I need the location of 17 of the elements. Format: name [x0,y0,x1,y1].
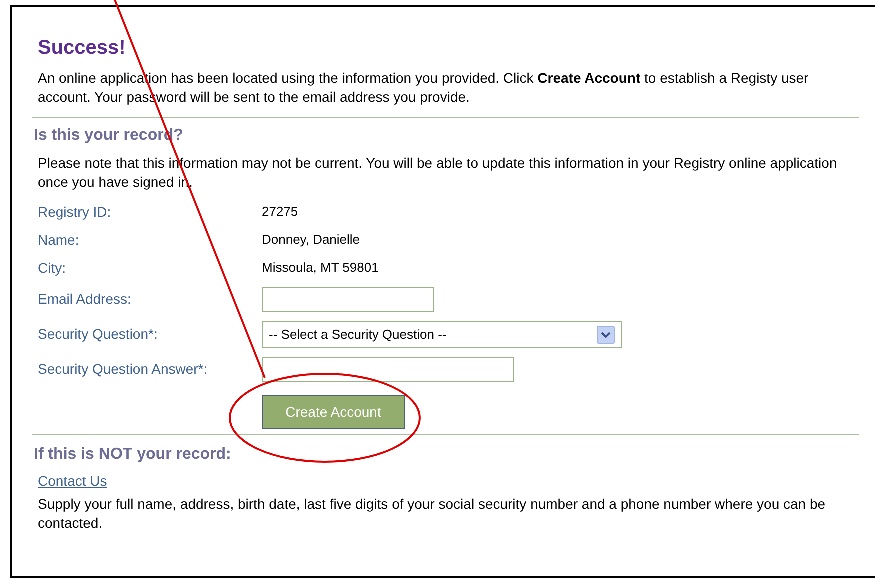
supply-info-text: Supply your full name, address, birth date, last five digits of your social security number and a phone number where you can be contacted. [38,495,827,533]
input-field[interactable] [262,357,514,382]
field-value: Missoula, MT 59801 [262,259,379,278]
page-title: Success! [38,36,127,61]
section-heading: If this is NOT your record: [34,445,232,465]
field-label: Email Address: [38,290,132,309]
field-value: 27275 [262,203,298,222]
chevron-down-icon [597,326,615,344]
select-field[interactable]: -- Select a Security Question -- [262,321,622,348]
contact-us-link[interactable]: Contact Us [38,472,108,491]
field-value: Donney, Danielle [262,231,360,250]
input-field[interactable] [262,287,434,312]
field-label: Security Question*: [38,325,159,344]
field-label: Security Question Answer*: [38,360,209,379]
field-label: City: [38,258,67,278]
field-label: Name: [38,230,80,250]
field-label: Registry ID: [38,202,112,222]
